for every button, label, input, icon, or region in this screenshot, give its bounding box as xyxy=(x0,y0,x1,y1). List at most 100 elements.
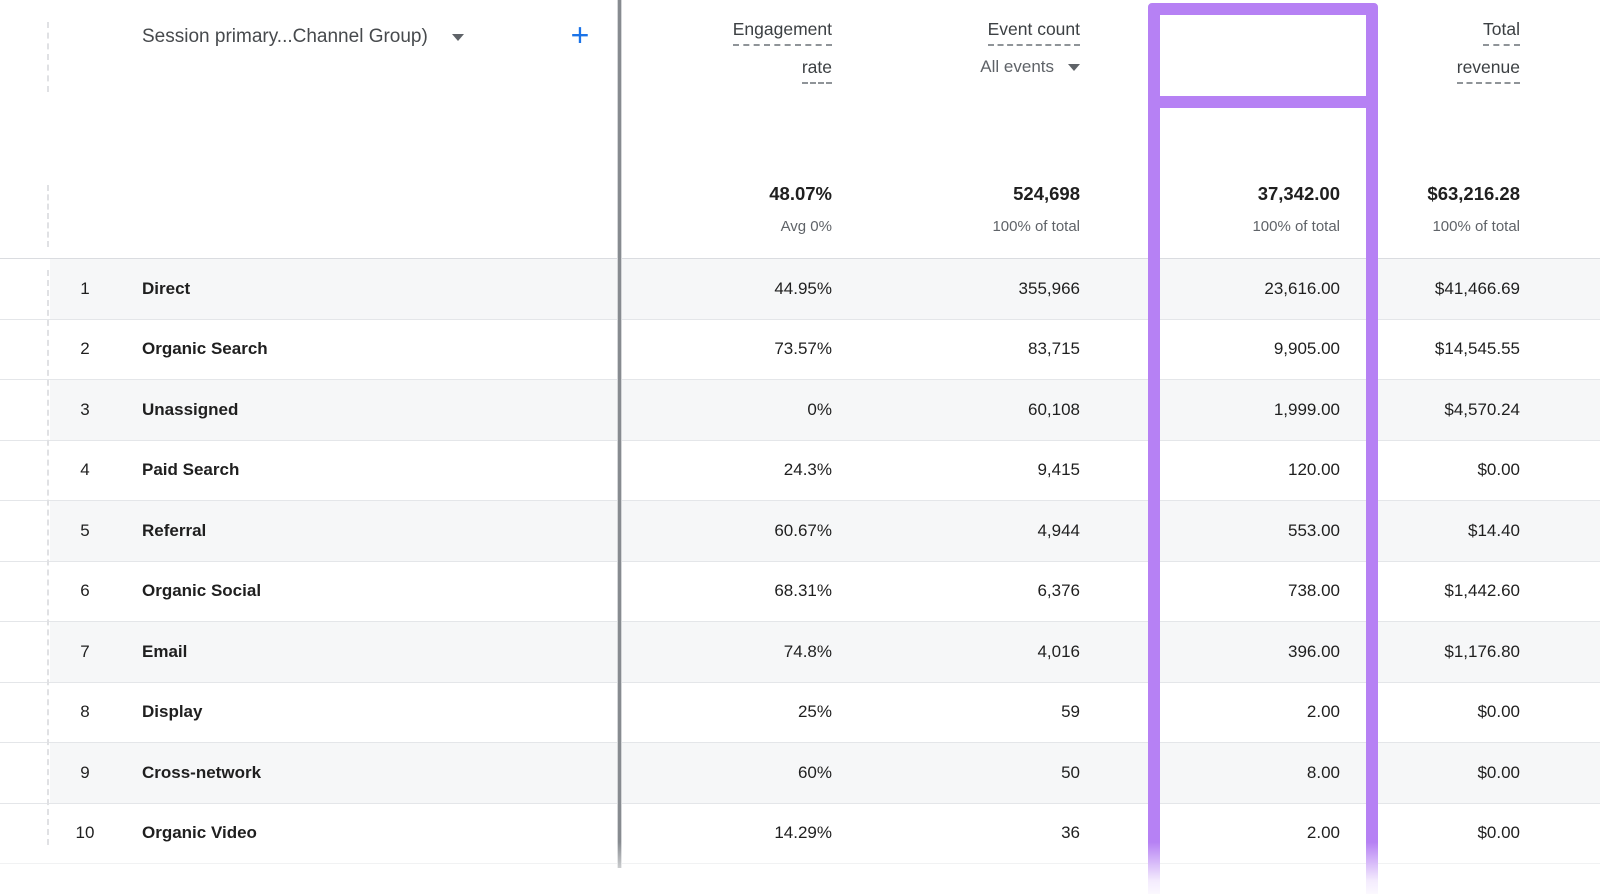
table-row: 10 Organic Video 14.29% 36 2.00 $0.00 xyxy=(0,804,1600,865)
cropped-edge-dash xyxy=(47,270,49,845)
summary-event-count-sub: 100% of total xyxy=(992,218,1080,235)
channel-cell: Direct xyxy=(120,279,620,299)
total-revenue-cell: $14.40 xyxy=(1350,521,1600,541)
row-gutter xyxy=(0,562,50,622)
engagement-rate-label-line1[interactable]: Engagement xyxy=(733,19,832,46)
channel-cell: Organic Video xyxy=(120,823,620,843)
key-events-label[interactable]: Key events xyxy=(1253,19,1340,46)
table-row: 9 Cross-network 60% 50 8.00 $0.00 xyxy=(0,743,1600,804)
channel-cell: Paid Search xyxy=(120,460,620,480)
chevron-down-icon[interactable] xyxy=(1328,64,1340,71)
row-index: 1 xyxy=(50,279,120,299)
summary-engagement-rate: 48.07% Avg 0% xyxy=(769,183,832,235)
row-index: 4 xyxy=(50,460,120,480)
table-body: 1 Direct 44.95% 355,966 23,616.00 $41,46… xyxy=(0,259,1600,864)
dimension-dropdown[interactable]: Session primary...Channel Group) xyxy=(142,21,464,53)
channel-cell: Cross-network xyxy=(120,763,620,783)
engagement-rate-cell: 0% xyxy=(620,400,842,420)
table-row: 1 Direct 44.95% 355,966 23,616.00 $41,46… xyxy=(0,259,1600,320)
engagement-rate-cell: 60.67% xyxy=(620,521,842,541)
key-events-cell: 738.00 xyxy=(1090,581,1350,601)
key-events-cell: 120.00 xyxy=(1090,460,1350,480)
table-row: 5 Referral 60.67% 4,944 553.00 $14.40 xyxy=(0,501,1600,562)
key-events-cell: 2.00 xyxy=(1090,702,1350,722)
column-header-engagement-rate: Engagement rate xyxy=(733,19,832,84)
summary-engagement-value: 48.07% xyxy=(769,183,832,205)
engagement-rate-cell: 24.3% xyxy=(620,460,842,480)
engagement-rate-cell: 44.95% xyxy=(620,279,842,299)
row-index: 10 xyxy=(50,823,120,843)
total-revenue-cell: $0.00 xyxy=(1350,763,1600,783)
key-events-filter-dropdown[interactable]: All events xyxy=(1240,57,1340,77)
add-column-button[interactable]: + xyxy=(563,18,597,52)
summary-event-count: 524,698 100% of total xyxy=(992,183,1080,235)
plus-icon: + xyxy=(571,19,590,51)
total-revenue-cell: $1,442.60 xyxy=(1350,581,1600,601)
row-index: 5 xyxy=(50,521,120,541)
summary-engagement-sub: Avg 0% xyxy=(781,218,832,235)
total-revenue-label-line2[interactable]: revenue xyxy=(1457,57,1520,84)
row-index: 3 xyxy=(50,400,120,420)
row-index: 2 xyxy=(50,339,120,359)
column-pane-divider xyxy=(618,0,621,868)
event-count-filter-label[interactable]: All events xyxy=(980,57,1054,77)
chevron-down-icon[interactable] xyxy=(452,34,464,41)
key-events-cell: 9,905.00 xyxy=(1090,339,1350,359)
key-events-filter-label[interactable]: All events xyxy=(1240,57,1314,77)
engagement-rate-cell: 74.8% xyxy=(620,642,842,662)
key-events-cell: 553.00 xyxy=(1090,521,1350,541)
total-revenue-label-line1[interactable]: Total xyxy=(1483,19,1520,46)
row-index: 8 xyxy=(50,702,120,722)
row-gutter xyxy=(0,804,50,864)
event-count-label[interactable]: Event count xyxy=(988,19,1080,46)
row-gutter xyxy=(0,501,50,561)
channel-cell: Organic Search xyxy=(120,339,620,359)
total-revenue-cell: $4,570.24 xyxy=(1350,400,1600,420)
table-row: 3 Unassigned 0% 60,108 1,999.00 $4,570.2… xyxy=(0,380,1600,441)
row-index: 6 xyxy=(50,581,120,601)
engagement-rate-cell: 68.31% xyxy=(620,581,842,601)
event-count-filter-dropdown[interactable]: All events xyxy=(980,57,1080,77)
engagement-rate-cell: 60% xyxy=(620,763,842,783)
channel-cell: Organic Social xyxy=(120,581,620,601)
row-gutter xyxy=(0,622,50,682)
chevron-down-icon[interactable] xyxy=(1068,64,1080,71)
engagement-rate-label-line2[interactable]: rate xyxy=(802,57,832,84)
table-header-section: Session primary...Channel Group) + Engag… xyxy=(0,0,1600,259)
event-count-cell: 4,944 xyxy=(842,521,1090,541)
event-count-cell: 50 xyxy=(842,763,1090,783)
total-revenue-cell: $0.00 xyxy=(1350,460,1600,480)
event-count-cell: 83,715 xyxy=(842,339,1090,359)
key-events-cell: 23,616.00 xyxy=(1090,279,1350,299)
channel-cell: Unassigned xyxy=(120,400,620,420)
cropped-edge-dash xyxy=(47,185,49,247)
cropped-edge-dash xyxy=(47,22,49,92)
column-header-event-count: Event count All events xyxy=(980,19,1080,77)
key-events-cell: 396.00 xyxy=(1090,642,1350,662)
row-gutter xyxy=(0,743,50,803)
analytics-table-screen: Session primary...Channel Group) + Engag… xyxy=(0,0,1600,894)
table-row: 2 Organic Search 73.57% 83,715 9,905.00 … xyxy=(0,320,1600,381)
event-count-cell: 59 xyxy=(842,702,1090,722)
total-revenue-cell: $41,466.69 xyxy=(1350,279,1600,299)
event-count-cell: 9,415 xyxy=(842,460,1090,480)
row-gutter xyxy=(0,380,50,440)
summary-key-events-sub: 100% of total xyxy=(1252,218,1340,235)
key-events-cell: 1,999.00 xyxy=(1090,400,1350,420)
event-count-cell: 6,376 xyxy=(842,581,1090,601)
total-revenue-cell: $0.00 xyxy=(1350,702,1600,722)
engagement-rate-cell: 25% xyxy=(620,702,842,722)
total-revenue-cell: $14,545.55 xyxy=(1350,339,1600,359)
summary-key-events: 37,342.00 100% of total xyxy=(1252,183,1340,235)
row-gutter xyxy=(0,441,50,501)
dimension-label[interactable]: Session primary...Channel Group) xyxy=(142,26,428,48)
row-index: 7 xyxy=(50,642,120,662)
table-row: 4 Paid Search 24.3% 9,415 120.00 $0.00 xyxy=(0,441,1600,502)
table-row: 7 Email 74.8% 4,016 396.00 $1,176.80 xyxy=(0,622,1600,683)
summary-total-revenue-value: $63,216.28 xyxy=(1427,183,1520,205)
row-gutter xyxy=(0,683,50,743)
summary-event-count-value: 524,698 xyxy=(1013,183,1080,205)
row-gutter xyxy=(0,259,50,319)
key-events-cell: 2.00 xyxy=(1090,823,1350,843)
summary-total-revenue: $63,216.28 100% of total xyxy=(1427,183,1520,235)
